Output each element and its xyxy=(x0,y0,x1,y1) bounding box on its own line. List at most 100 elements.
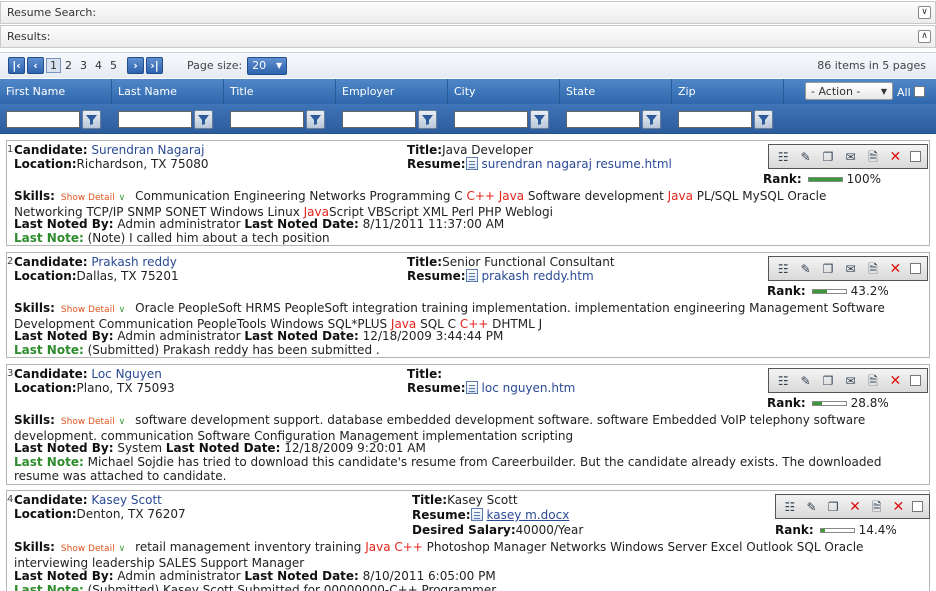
copy-icon[interactable]: ❐ xyxy=(820,261,836,276)
resume-label: Resume: xyxy=(407,157,466,171)
record-checkbox[interactable] xyxy=(909,375,921,386)
page-4[interactable]: 4 xyxy=(91,59,106,72)
skills-text: Skills: Show Detail ∨ Communication Enginee… xyxy=(14,189,889,219)
email-icon[interactable]: ✉ xyxy=(842,261,858,276)
show-detail-link[interactable]: Show Detail xyxy=(61,544,115,554)
resume-link[interactable]: kasey m.docx xyxy=(487,508,570,522)
delete-icon[interactable]: ✕ xyxy=(890,499,906,514)
col-city[interactable]: City xyxy=(448,79,560,104)
document-icon[interactable]: 🗎 xyxy=(865,149,881,164)
workflow-icon[interactable]: ☷ xyxy=(775,261,791,276)
email-icon[interactable]: ✉ xyxy=(842,149,858,164)
last-noted-by-value: Admin administrator xyxy=(117,569,241,583)
chevron-down-icon[interactable]: ∨ xyxy=(119,305,126,315)
col-zip[interactable]: Zip xyxy=(672,79,784,104)
copy-icon[interactable]: ❐ xyxy=(825,499,841,514)
email-icon[interactable]: ✉ xyxy=(842,373,858,388)
last-page-icon[interactable]: ›| xyxy=(146,57,163,74)
candidate-name-link[interactable]: Surendran Nagaraj xyxy=(91,143,204,157)
page-1[interactable]: 1 xyxy=(46,58,61,73)
resume-search-panel[interactable]: Resume Search: ∨ xyxy=(0,1,936,24)
chevron-down-icon[interactable]: ∨ xyxy=(119,544,126,554)
filter-title-input[interactable] xyxy=(230,111,304,128)
rank-bar xyxy=(807,177,843,182)
delete-icon[interactable]: ✕ xyxy=(887,373,903,388)
show-detail-link[interactable]: Show Detail xyxy=(61,193,115,203)
copy-icon[interactable]: ❐ xyxy=(820,149,836,164)
filter-city-input[interactable] xyxy=(454,111,528,128)
document-icon[interactable]: 🗎 xyxy=(869,499,885,514)
prev-page-icon[interactable]: ‹ xyxy=(27,57,44,74)
document-icon xyxy=(465,269,478,282)
note-icon[interactable]: ✎ xyxy=(798,261,814,276)
note-icon[interactable]: ✎ xyxy=(798,373,814,388)
rank-bar xyxy=(819,528,855,533)
action-select[interactable]: - Action - ▼ xyxy=(805,82,893,100)
filter-funnel-icon[interactable] xyxy=(306,110,325,129)
title-label: Title: xyxy=(407,255,443,269)
candidate-name-link[interactable]: Loc Nguyen xyxy=(91,367,162,381)
next-page-icon[interactable]: › xyxy=(127,57,144,74)
col-state[interactable]: State xyxy=(560,79,672,104)
col-first-name[interactable]: First Name xyxy=(0,79,112,104)
show-detail-link[interactable]: Show Detail xyxy=(61,417,115,427)
last-noted-by-label: Last Noted By: xyxy=(14,569,114,583)
note-icon[interactable]: ✎ xyxy=(798,149,814,164)
record-checkbox[interactable] xyxy=(909,263,921,274)
page-size-select[interactable]: 20 ▼ xyxy=(247,56,288,75)
location-value: Richardson, TX 75080 xyxy=(76,157,209,171)
document-icon[interactable]: 🗎 xyxy=(865,373,881,388)
delete-icon[interactable]: ✕ xyxy=(887,261,903,276)
expand-chevron-down-icon[interactable]: ∨ xyxy=(918,6,931,19)
note-icon[interactable]: ✎ xyxy=(804,499,820,514)
first-page-icon[interactable]: |‹ xyxy=(8,57,25,74)
page-5[interactable]: 5 xyxy=(106,59,121,72)
col-employer[interactable]: Employer xyxy=(336,79,448,104)
rank-value: 14.4% xyxy=(858,523,897,537)
last-note-value: Michael Sojdie has tried to download thi… xyxy=(14,455,882,483)
record-number: 2 xyxy=(7,256,14,267)
page-size-label: Page size: xyxy=(187,59,243,72)
filter-funnel-icon[interactable] xyxy=(194,110,213,129)
rank-label: Rank: xyxy=(767,284,806,298)
col-last-name[interactable]: Last Name xyxy=(112,79,224,104)
document-icon xyxy=(470,508,483,521)
page-2[interactable]: 2 xyxy=(61,59,76,72)
record-checkbox[interactable] xyxy=(909,151,921,162)
workflow-icon[interactable]: ☷ xyxy=(775,149,791,164)
chevron-down-icon[interactable]: ∨ xyxy=(119,193,126,203)
resume-link[interactable]: prakash reddy.htm xyxy=(482,269,594,283)
resume-link[interactable]: surendran nagaraj resume.html xyxy=(482,157,672,171)
document-icon xyxy=(465,157,478,170)
filter-funnel-icon[interactable] xyxy=(754,110,773,129)
col-title[interactable]: Title xyxy=(224,79,336,104)
document-icon[interactable]: 🗎 xyxy=(865,261,881,276)
filter-last-name-input[interactable] xyxy=(118,111,192,128)
caret-down-icon: ▼ xyxy=(276,61,283,70)
resume-link[interactable]: loc nguyen.htm xyxy=(482,381,576,395)
filter-funnel-icon[interactable] xyxy=(642,110,661,129)
candidate-name-link[interactable]: Kasey Scott xyxy=(91,493,162,507)
show-detail-link[interactable]: Show Detail xyxy=(61,305,115,315)
chevron-down-icon[interactable]: ∨ xyxy=(119,417,126,427)
filter-funnel-icon[interactable] xyxy=(82,110,101,129)
workflow-icon[interactable]: ☷ xyxy=(775,373,791,388)
delete-icon[interactable]: ✕ xyxy=(887,149,903,164)
pager: |‹ ‹ 1 2 3 4 5 › ›| Page size: 20 ▼ 86 it… xyxy=(0,52,936,78)
collapse-chevron-up-icon[interactable]: ∧ xyxy=(918,30,931,43)
candidate-name-link[interactable]: Prakash reddy xyxy=(91,255,176,269)
filter-employer-input[interactable] xyxy=(342,111,416,128)
location-label: Location: xyxy=(14,269,77,283)
filter-state-input[interactable] xyxy=(566,111,640,128)
filter-first-name-input[interactable] xyxy=(6,111,80,128)
page-3[interactable]: 3 xyxy=(76,59,91,72)
select-all-checkbox[interactable] xyxy=(914,86,925,97)
workflow-icon[interactable]: ☷ xyxy=(782,499,798,514)
results-panel[interactable]: Results: ∧ xyxy=(0,25,936,48)
filter-funnel-icon[interactable] xyxy=(418,110,437,129)
filter-funnel-icon[interactable] xyxy=(530,110,549,129)
record-checkbox[interactable] xyxy=(912,501,924,512)
delete-icon[interactable]: ✕ xyxy=(847,499,863,514)
filter-zip-input[interactable] xyxy=(678,111,752,128)
copy-icon[interactable]: ❐ xyxy=(820,373,836,388)
